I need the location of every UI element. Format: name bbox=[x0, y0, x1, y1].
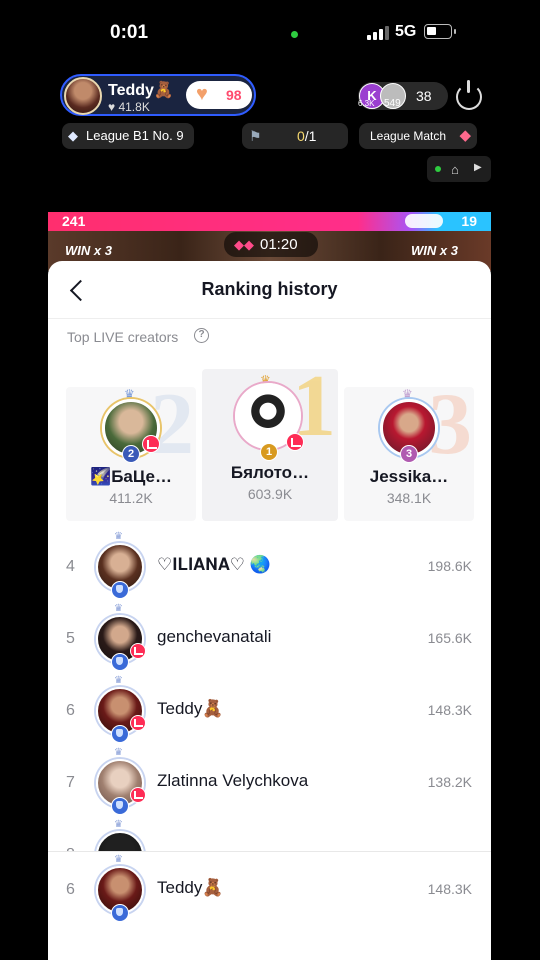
match-score-chip[interactable]: ⚑ 0/1 bbox=[242, 123, 348, 149]
section-label: Top LIVE creators bbox=[67, 329, 179, 345]
network-type: 5G bbox=[395, 23, 417, 40]
battle-right-score: 19 bbox=[461, 213, 477, 229]
podium-card-1[interactable]: 1 ♛ 1 Бялото… 603.9K bbox=[202, 369, 338, 521]
follow-count: 98 bbox=[226, 87, 242, 103]
podium-card-3[interactable]: 3 ♛ 3 Jessika… 348.1K bbox=[344, 387, 474, 521]
creator-name: genchevanatali bbox=[157, 627, 272, 646]
host-info-pill[interactable]: Teddy🧸 ♥ 41.8K ♥ 98 bbox=[60, 74, 256, 116]
live-icon bbox=[130, 643, 146, 659]
creator-name: ♡𝐈𝐋𝐈𝐀𝐍𝐀♡ 🌏 bbox=[157, 555, 271, 574]
battle-icon: ◆◆ bbox=[234, 237, 254, 252]
self-ranking-row[interactable]: 6 ♛ Teddy🧸 148.3K bbox=[48, 852, 491, 960]
battle-progress-bar: 241 19 bbox=[48, 212, 491, 231]
creator-score: 165.6K bbox=[427, 630, 472, 646]
podium-name: 🌠БаЦе… bbox=[90, 467, 172, 486]
viewer-avatar-sub: 6.3K bbox=[358, 99, 375, 108]
league-chip[interactable]: ◆ League B1 No. 9 bbox=[62, 123, 194, 149]
league-label: League B1 No. 9 bbox=[86, 128, 184, 143]
battery-icon bbox=[424, 24, 456, 39]
shield-icon bbox=[111, 725, 129, 743]
camera-indicator-icon bbox=[291, 31, 298, 38]
home-icon[interactable]: ⌂ bbox=[451, 162, 459, 177]
creator-name: Teddy🧸 bbox=[157, 699, 224, 718]
creator-name: Teddy🧸 bbox=[157, 878, 224, 897]
creator-name: Zlatinna Velychkova bbox=[157, 771, 309, 790]
creator-score: 148.3K bbox=[427, 702, 472, 718]
crown-icon: ♛ bbox=[114, 675, 123, 686]
host-likes: ♥ 41.8K bbox=[108, 100, 150, 114]
podium-score: 603.9K bbox=[247, 486, 293, 502]
podium-name: Бялото… bbox=[230, 463, 310, 482]
ranking-row[interactable]: 7 ♛ Zlatinna Velychkova 138.2K bbox=[48, 747, 491, 819]
podium-score: 348.1K bbox=[386, 490, 432, 506]
diamond-icon: ◆ bbox=[68, 128, 78, 143]
league-match-chip[interactable]: League Match ◆ bbox=[359, 123, 477, 149]
rank-badge: 1 bbox=[260, 443, 278, 461]
rank-number: 5 bbox=[66, 630, 75, 647]
shield-icon bbox=[111, 581, 129, 599]
host-name: Teddy🧸 bbox=[108, 82, 174, 99]
follow-button[interactable]: ♥ 98 bbox=[186, 81, 252, 109]
status-time: 0:01 bbox=[110, 22, 149, 43]
crown-icon: ♛ bbox=[114, 747, 123, 758]
status-bar: 0:01 5G bbox=[0, 0, 540, 66]
figures-icon: ⚑ bbox=[249, 128, 262, 144]
viewer-avatar-sub: 549 bbox=[384, 98, 401, 109]
rank-number: 6 bbox=[66, 702, 75, 719]
ranking-row[interactable]: 4 ♛ ♡𝐈𝐋𝐈𝐀𝐍𝐀♡ 🌏 198.6K bbox=[48, 531, 491, 603]
battle-timer: ◆◆ 01:20 bbox=[224, 232, 318, 257]
crown-icon: ♛ bbox=[114, 603, 123, 614]
rank-badge: 2 bbox=[122, 445, 140, 463]
gem-icon: ◆ bbox=[459, 127, 471, 144]
ranking-history-sheet: Ranking history Top LIVE creators ? 2 ♛ … bbox=[48, 261, 491, 960]
signal-icon bbox=[367, 26, 389, 40]
live-icon bbox=[130, 715, 146, 731]
rank-number: 4 bbox=[66, 558, 75, 575]
league-match-label: League Match bbox=[370, 129, 447, 143]
heart-icon: ♥ bbox=[196, 83, 208, 105]
rank-number: 7 bbox=[66, 774, 75, 791]
divider bbox=[48, 318, 491, 319]
self-ranking-content: 6 ♛ Teddy🧸 148.3K bbox=[48, 854, 491, 926]
live-icon bbox=[142, 435, 160, 453]
live-controls[interactable]: ⌂ ▶ bbox=[427, 156, 491, 182]
rank-number: 6 bbox=[66, 881, 75, 898]
host-avatar[interactable] bbox=[64, 77, 102, 115]
shield-icon bbox=[111, 797, 129, 815]
podium-name: Jessika… bbox=[369, 467, 449, 486]
win-streak-left: WIN x 3 bbox=[65, 243, 112, 258]
battle-timer-text: 01:20 bbox=[260, 236, 298, 253]
crown-icon: ♛ bbox=[114, 854, 123, 865]
ranking-row[interactable]: 5 ♛ genchevanatali 165.6K bbox=[48, 603, 491, 675]
creator-score: 148.3K bbox=[427, 881, 472, 897]
expand-arrow-icon[interactable]: ▶ bbox=[474, 162, 482, 173]
rank-badge: 3 bbox=[400, 445, 418, 463]
live-indicator-icon bbox=[435, 166, 441, 172]
ranking-row[interactable]: 6 ♛ Teddy🧸 148.3K bbox=[48, 675, 491, 747]
creator-score: 138.2K bbox=[427, 774, 472, 790]
win-streak-right: WIN x 3 bbox=[411, 243, 458, 258]
shield-icon bbox=[111, 904, 129, 922]
creator-score: 198.6K bbox=[427, 558, 472, 574]
live-icon bbox=[286, 433, 304, 451]
sheet-title: Ranking history bbox=[201, 279, 338, 299]
match-score: 0/1 bbox=[297, 128, 317, 144]
shield-icon bbox=[111, 653, 129, 671]
battle-marker-icon bbox=[404, 214, 443, 228]
podium-card-2[interactable]: 2 ♛ 2 🌠БаЦе… 411.2K bbox=[66, 387, 196, 521]
viewer-list[interactable]: K 6.3K 549 38 bbox=[358, 82, 448, 110]
info-icon[interactable]: ? bbox=[194, 328, 209, 343]
live-icon bbox=[130, 787, 146, 803]
viewer-count[interactable]: 38 bbox=[416, 88, 432, 104]
power-icon[interactable] bbox=[456, 80, 482, 110]
battle-left-score: 241 bbox=[62, 213, 86, 229]
podium-score: 411.2K bbox=[109, 490, 153, 506]
crown-icon: ♛ bbox=[114, 819, 123, 830]
crown-icon: ♛ bbox=[114, 531, 123, 542]
